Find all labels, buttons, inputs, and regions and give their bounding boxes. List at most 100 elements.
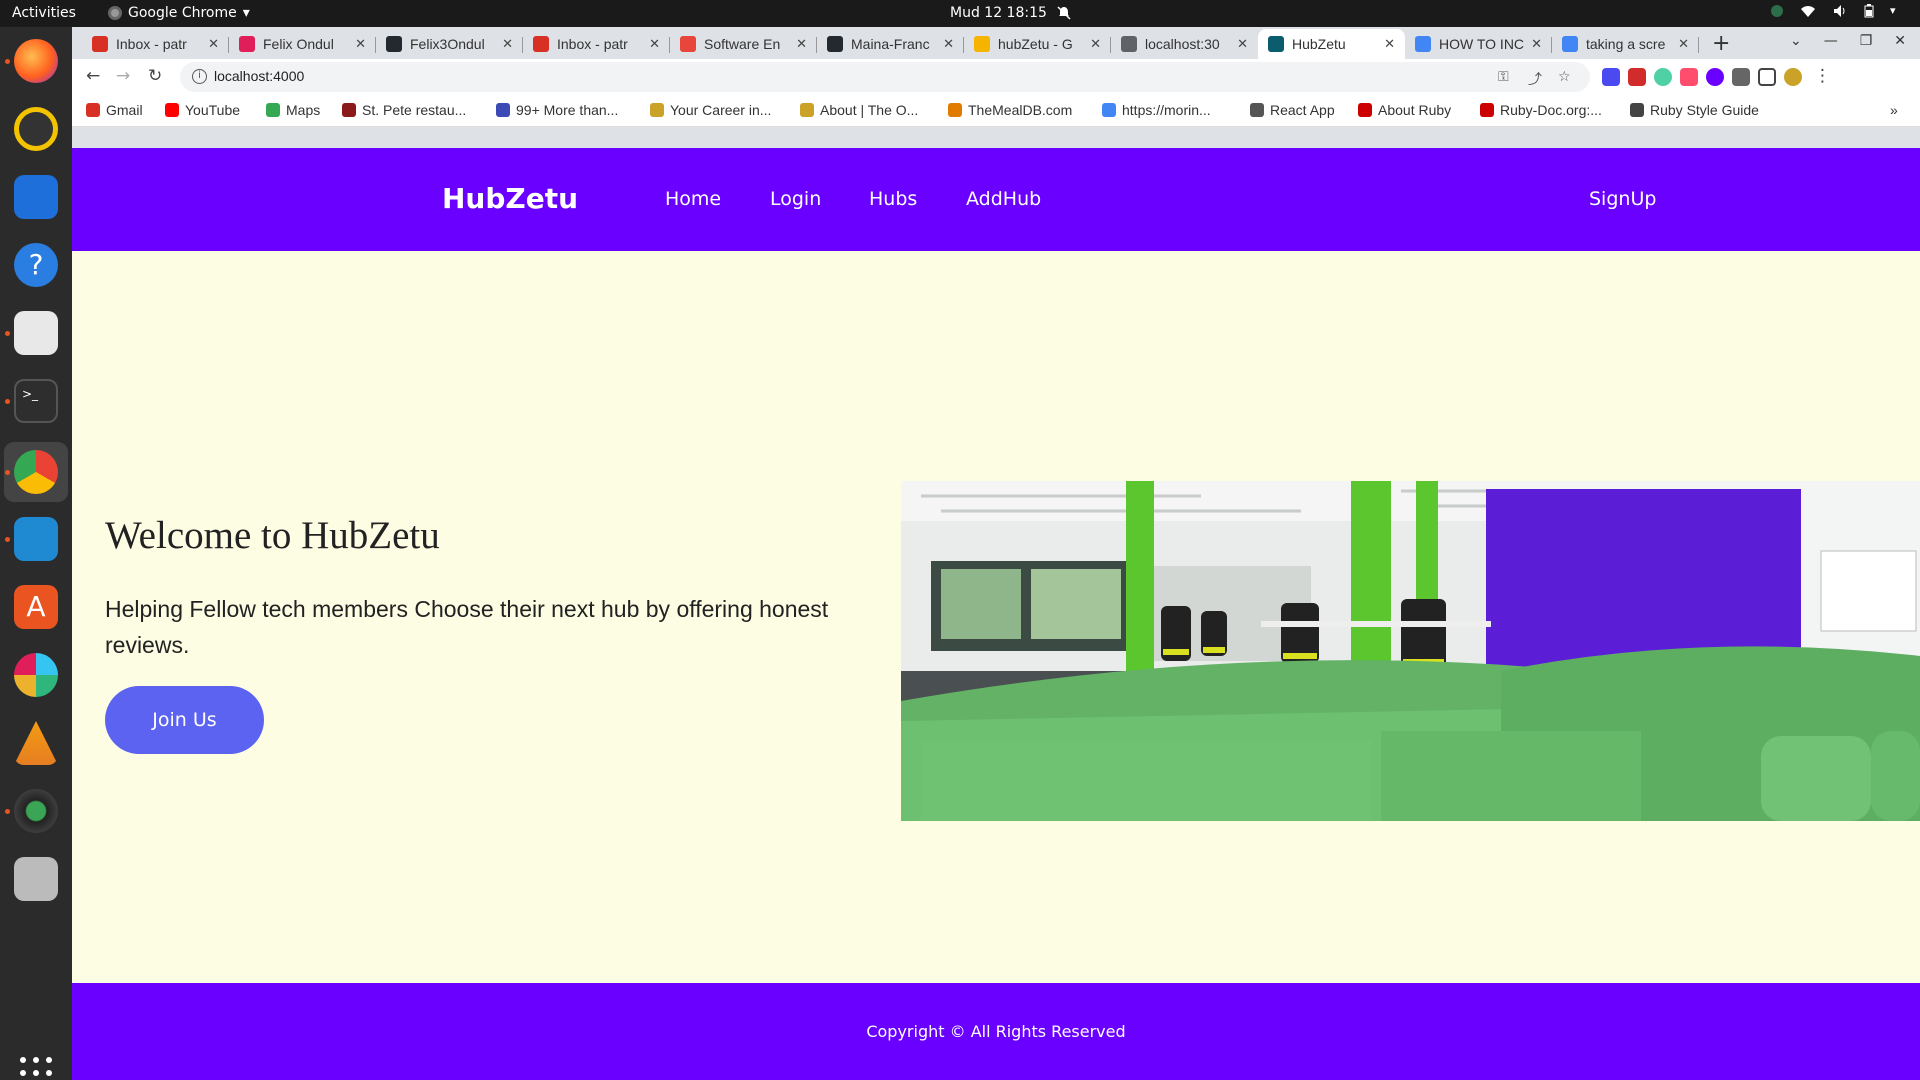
close-tab-icon[interactable]: ✕: [796, 36, 807, 52]
bookmark-label: Ruby Style Guide: [1650, 102, 1759, 118]
running-indicator: [5, 59, 10, 64]
bookmarks-overflow-button[interactable]: »: [1890, 102, 1898, 118]
minimize-icon[interactable]: —: [1824, 33, 1838, 49]
close-tab-icon[interactable]: ✕: [943, 36, 954, 52]
nav-hubs[interactable]: Hubs: [869, 188, 917, 210]
chrome-icon: [108, 6, 122, 20]
close-tab-icon[interactable]: ✕: [502, 36, 513, 52]
close-tab-icon[interactable]: ✕: [1090, 36, 1101, 52]
terminal-icon[interactable]: >_: [14, 379, 58, 423]
chrome-dock-icon[interactable]: [14, 450, 58, 494]
extension-icon[interactable]: [1680, 68, 1698, 86]
nav-addhub[interactable]: AddHub: [966, 188, 1041, 210]
status-app-icon[interactable]: [1770, 4, 1784, 18]
url-text[interactable]: localhost:4000: [214, 68, 304, 84]
extension-icon[interactable]: [1706, 68, 1724, 86]
app-menu[interactable]: Google Chrome ▾: [108, 5, 250, 21]
power-menu-icon[interactable]: ▾: [1890, 4, 1904, 18]
tab[interactable]: Inbox - patr ✕: [82, 29, 229, 59]
tab-search-icon[interactable]: ⌄: [1790, 33, 1802, 49]
system-tray[interactable]: ▾: [1770, 4, 1904, 18]
bookmark-item[interactable]: YouTube: [165, 102, 240, 118]
new-tab-button[interactable]: +: [1712, 31, 1730, 56]
tab[interactable]: Maina-Franc ✕: [817, 29, 964, 59]
clock[interactable]: Mud 12 18:15: [950, 5, 1071, 21]
chrome-menu-icon[interactable]: ⋮: [1814, 66, 1831, 86]
firefox-icon[interactable]: [14, 39, 58, 83]
bookmark-item[interactable]: Gmail: [86, 102, 143, 118]
chevron-down-icon: ▾: [242, 5, 250, 21]
usb-drive-icon[interactable]: [14, 857, 58, 901]
tab[interactable]: hubZetu - G ✕: [964, 29, 1111, 59]
forward-icon[interactable]: →: [116, 66, 130, 86]
profile-avatar[interactable]: [1784, 68, 1802, 86]
tab[interactable]: Software En ✕: [670, 29, 817, 59]
help-icon[interactable]: ?: [14, 243, 58, 287]
restore-icon[interactable]: ❐: [1860, 33, 1873, 49]
show-applications-icon[interactable]: [20, 1057, 52, 1080]
bookmark-item[interactable]: About Ruby: [1358, 102, 1451, 118]
vlc-icon[interactable]: [14, 721, 58, 765]
tab[interactable]: localhost:30 ✕: [1111, 29, 1258, 59]
extension-icon[interactable]: [1654, 68, 1672, 86]
close-tab-icon[interactable]: ✕: [649, 36, 660, 52]
tab[interactable]: Felix Ondul ✕: [229, 29, 376, 59]
page-viewport: HubZetu Home Login Hubs AddHub SignUp We…: [72, 148, 1920, 1080]
bookmark-item[interactable]: St. Pete restau...: [342, 102, 466, 118]
close-tab-icon[interactable]: ✕: [1384, 36, 1395, 52]
join-us-button[interactable]: Join Us: [105, 686, 264, 754]
password-key-icon[interactable]: ⚿: [1498, 69, 1509, 85]
bookmark-item[interactable]: Maps: [266, 102, 320, 118]
wifi-icon: [1801, 6, 1815, 17]
system-top-bar: Activities Google Chrome ▾ Mud 12 18:15 …: [0, 0, 1920, 27]
tab[interactable]: Felix3Ondul ✕: [376, 29, 523, 59]
bookmark-item[interactable]: 99+ More than...: [496, 102, 618, 118]
close-tab-icon[interactable]: ✕: [1237, 36, 1248, 52]
side-panel-icon[interactable]: [1758, 68, 1776, 86]
nav-login[interactable]: Login: [770, 188, 821, 210]
bookmark-item[interactable]: Ruby Style Guide: [1630, 102, 1759, 118]
site-info-icon[interactable]: i: [192, 69, 207, 84]
nav-home[interactable]: Home: [665, 188, 721, 210]
address-bar[interactable]: i localhost:4000 ⚿ ⤴ ☆: [180, 62, 1590, 92]
tab[interactable]: HOW TO INC ✕: [1405, 29, 1552, 59]
writer-icon[interactable]: [14, 175, 58, 219]
slack-icon[interactable]: [14, 653, 58, 697]
files-icon[interactable]: [14, 311, 58, 355]
bookmark-item[interactable]: Ruby-Doc.org:...: [1480, 102, 1602, 118]
bookmark-label: https://morin...: [1122, 102, 1211, 118]
back-icon[interactable]: ←: [86, 66, 100, 86]
bookmark-item[interactable]: Your Career in...: [650, 102, 771, 118]
bookmark-item[interactable]: TheMealDB.com: [948, 102, 1072, 118]
share-icon[interactable]: ⤴: [1528, 69, 1542, 89]
bookmark-star-icon[interactable]: ☆: [1558, 69, 1571, 85]
tab-title: taking a scre: [1586, 36, 1666, 52]
app-name: Google Chrome: [128, 5, 237, 21]
reload-icon[interactable]: ↻: [148, 66, 162, 86]
vscode-icon[interactable]: [14, 517, 58, 561]
bookmark-item[interactable]: https://morin...: [1102, 102, 1211, 118]
camera-icon[interactable]: [14, 789, 58, 833]
close-tab-icon[interactable]: ✕: [1531, 36, 1542, 52]
close-tab-icon[interactable]: ✕: [355, 36, 366, 52]
extensions-puzzle-icon[interactable]: [1732, 68, 1750, 86]
close-tab-icon[interactable]: ✕: [1678, 36, 1689, 52]
bookmark-favicon-icon: [266, 103, 280, 117]
bookmark-item[interactable]: React App: [1250, 102, 1335, 118]
nav-signup[interactable]: SignUp: [1589, 188, 1656, 210]
site-logo[interactable]: HubZetu: [442, 182, 578, 215]
extension-icon[interactable]: [1628, 68, 1646, 86]
activities-button[interactable]: Activities: [12, 5, 76, 21]
bookmark-item[interactable]: About | The O...: [800, 102, 918, 118]
rhythmbox-icon[interactable]: [14, 107, 58, 151]
close-tab-icon[interactable]: ✕: [208, 36, 219, 52]
tab[interactable]: taking a scre ✕: [1552, 29, 1699, 59]
bookmark-favicon-icon: [948, 103, 962, 117]
tab-active[interactable]: HubZetu ✕: [1258, 29, 1405, 59]
tab[interactable]: Inbox - patr ✕: [523, 29, 670, 59]
tab-title: Inbox - patr: [557, 36, 628, 52]
app-center-icon[interactable]: A: [14, 585, 58, 629]
extension-icon[interactable]: [1602, 68, 1620, 86]
tab-strip: Inbox - patr ✕ Felix Ondul ✕ Felix3Ondul ✕ …: [72, 27, 1920, 59]
close-window-icon[interactable]: ✕: [1894, 33, 1906, 49]
